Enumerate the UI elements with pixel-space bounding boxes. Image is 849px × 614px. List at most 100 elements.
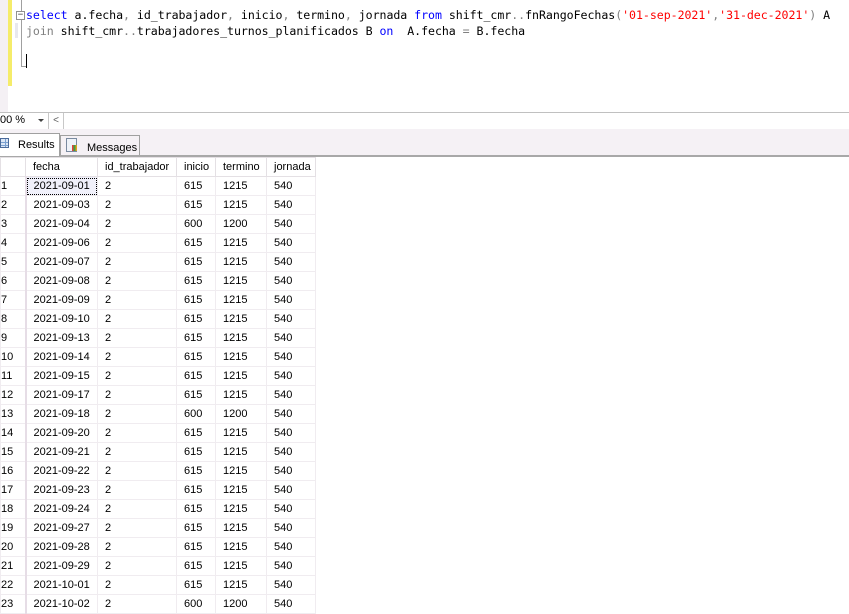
cell-jornada[interactable]: 540 (266, 385, 316, 405)
row-number[interactable]: 2 (0, 195, 27, 215)
cell-id-trabajador[interactable]: 2 (97, 480, 177, 500)
cell-inicio[interactable]: 600 (176, 594, 216, 614)
row-number[interactable]: 11 (0, 366, 27, 386)
cell-fecha[interactable]: 2021-09-21 (25, 442, 98, 462)
cell-termino[interactable]: 1215 (215, 195, 267, 215)
cell-jornada[interactable]: 540 (266, 575, 316, 595)
cell-jornada[interactable]: 540 (266, 556, 316, 576)
cell-jornada[interactable]: 540 (266, 290, 316, 310)
cell-fecha[interactable]: 2021-10-02 (25, 594, 98, 614)
cell-jornada[interactable]: 540 (266, 366, 316, 386)
cell-fecha[interactable]: 2021-09-09 (25, 290, 98, 310)
cell-fecha[interactable]: 2021-09-13 (25, 328, 98, 348)
cell-inicio[interactable]: 615 (176, 252, 216, 272)
table-row[interactable]: 23 2021-10-02 2 600 1200 540 (0, 594, 316, 614)
cell-jornada[interactable]: 540 (266, 537, 316, 557)
cell-fecha[interactable]: 2021-09-29 (25, 556, 98, 576)
cell-inicio[interactable]: 615 (176, 556, 216, 576)
cell-inicio[interactable]: 615 (176, 442, 216, 462)
cell-inicio[interactable]: 615 (176, 328, 216, 348)
table-row[interactable]: 10 2021-09-14 2 615 1215 540 (0, 347, 316, 367)
cell-termino[interactable]: 1215 (215, 233, 267, 253)
cell-inicio[interactable]: 600 (176, 214, 216, 234)
cell-inicio[interactable]: 615 (176, 575, 216, 595)
row-number[interactable]: 6 (0, 271, 27, 291)
cell-jornada[interactable]: 540 (266, 309, 316, 329)
cell-jornada[interactable]: 540 (266, 518, 316, 538)
cell-inicio[interactable]: 615 (176, 461, 216, 481)
cell-termino[interactable]: 1215 (215, 575, 267, 595)
row-number[interactable]: 10 (0, 347, 27, 367)
cell-jornada[interactable]: 540 (266, 195, 316, 215)
cell-id-trabajador[interactable]: 2 (97, 499, 177, 519)
cell-inicio[interactable]: 615 (176, 423, 216, 443)
cell-termino[interactable]: 1215 (215, 366, 267, 386)
table-row[interactable]: 8 2021-09-10 2 615 1215 540 (0, 309, 316, 329)
collapse-icon[interactable]: − (16, 11, 25, 20)
cell-inicio[interactable]: 615 (176, 499, 216, 519)
cell-id-trabajador[interactable]: 2 (97, 423, 177, 443)
table-row[interactable]: 13 2021-09-18 2 600 1200 540 (0, 404, 316, 424)
table-row[interactable]: 9 2021-09-13 2 615 1215 540 (0, 328, 316, 348)
cell-fecha[interactable]: 2021-09-07 (25, 252, 98, 272)
column-header-inicio[interactable]: inicio (176, 157, 216, 177)
cell-fecha[interactable]: 2021-09-03 (25, 195, 98, 215)
row-number[interactable]: 8 (0, 309, 27, 329)
table-row[interactable]: 7 2021-09-09 2 615 1215 540 (0, 290, 316, 310)
cell-termino[interactable]: 1215 (215, 480, 267, 500)
cell-termino[interactable]: 1215 (215, 347, 267, 367)
tab-messages[interactable]: Messages (60, 135, 140, 155)
code-line-1[interactable]: select a.fecha, id_trabajador, inicio, t… (26, 8, 830, 22)
cell-fecha[interactable]: 2021-09-14 (25, 347, 98, 367)
row-number[interactable]: 7 (0, 290, 27, 310)
cell-termino[interactable]: 1215 (215, 309, 267, 329)
cell-termino[interactable]: 1215 (215, 499, 267, 519)
cell-jornada[interactable]: 540 (266, 233, 316, 253)
table-row[interactable]: 12 2021-09-17 2 615 1215 540 (0, 385, 316, 405)
cell-termino[interactable]: 1215 (215, 537, 267, 557)
column-header-termino[interactable]: termino (215, 157, 267, 177)
cell-id-trabajador[interactable]: 2 (97, 537, 177, 557)
cell-inicio[interactable]: 615 (176, 290, 216, 310)
cell-id-trabajador[interactable]: 2 (97, 271, 177, 291)
table-row[interactable]: 19 2021-09-27 2 615 1215 540 (0, 518, 316, 538)
row-number[interactable]: 23 (0, 594, 27, 614)
cell-termino[interactable]: 1215 (215, 556, 267, 576)
cell-jornada[interactable]: 540 (266, 499, 316, 519)
cell-fecha[interactable]: 2021-09-20 (25, 423, 98, 443)
query-editor[interactable]: − select a.fecha, id_trabajador, inicio,… (0, 0, 849, 113)
cell-inicio[interactable]: 615 (176, 195, 216, 215)
table-row[interactable]: 4 2021-09-06 2 615 1215 540 (0, 233, 316, 253)
cell-inicio[interactable]: 615 (176, 537, 216, 557)
dropdown-arrow-icon[interactable] (38, 119, 44, 122)
cell-id-trabajador[interactable]: 2 (97, 328, 177, 348)
cell-fecha[interactable]: 2021-09-18 (25, 404, 98, 424)
row-number[interactable]: 14 (0, 423, 27, 443)
column-header-jornada[interactable]: jornada (266, 157, 316, 177)
table-row[interactable]: 1 2021-09-01 2 615 1215 540 (0, 176, 316, 196)
cell-id-trabajador[interactable]: 2 (97, 214, 177, 234)
row-number[interactable]: 3 (0, 214, 27, 234)
cell-id-trabajador[interactable]: 2 (97, 404, 177, 424)
row-number[interactable]: 18 (0, 499, 27, 519)
row-number[interactable]: 21 (0, 556, 27, 576)
cell-fecha[interactable]: 2021-09-28 (25, 537, 98, 557)
cell-fecha[interactable]: 2021-09-06 (25, 233, 98, 253)
cell-jornada[interactable]: 540 (266, 271, 316, 291)
cell-id-trabajador[interactable]: 2 (97, 575, 177, 595)
cell-jornada[interactable]: 540 (266, 461, 316, 481)
table-row[interactable]: 11 2021-09-15 2 615 1215 540 (0, 366, 316, 386)
row-number[interactable]: 5 (0, 252, 27, 272)
table-row[interactable]: 21 2021-09-29 2 615 1215 540 (0, 556, 316, 576)
cell-fecha[interactable]: 2021-09-24 (25, 499, 98, 519)
table-row[interactable]: 3 2021-09-04 2 600 1200 540 (0, 214, 316, 234)
row-number[interactable]: 4 (0, 233, 27, 253)
cell-termino[interactable]: 1200 (215, 404, 267, 424)
row-number[interactable]: 1 (0, 176, 27, 196)
cell-inicio[interactable]: 615 (176, 347, 216, 367)
row-number[interactable]: 12 (0, 385, 27, 405)
table-row[interactable]: 16 2021-09-22 2 615 1215 540 (0, 461, 316, 481)
cell-inicio[interactable]: 615 (176, 176, 216, 196)
row-number[interactable]: 19 (0, 518, 27, 538)
cell-inicio[interactable]: 615 (176, 271, 216, 291)
